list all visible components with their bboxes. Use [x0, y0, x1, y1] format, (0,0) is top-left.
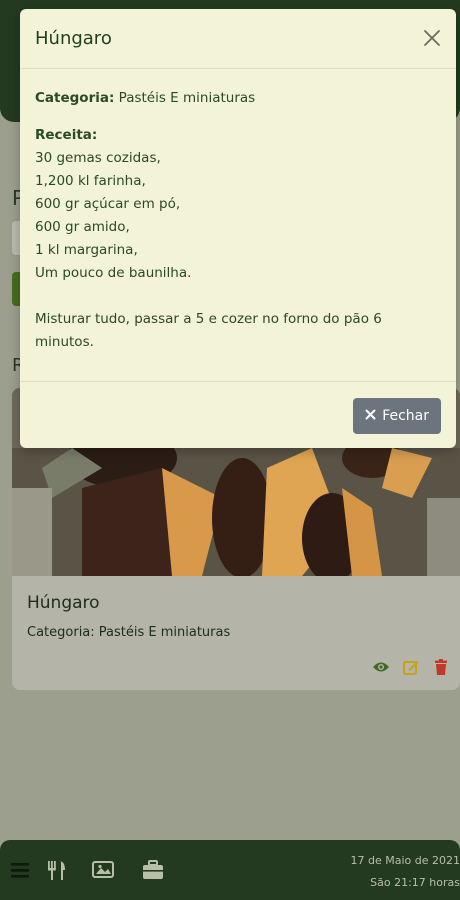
ingredient-line: Um pouco de baunilha.: [35, 265, 192, 281]
category-label: Categoria:: [35, 90, 115, 106]
hamburger-icon[interactable]: [10, 859, 32, 881]
date-text: 17 de Maio de 2021: [350, 854, 460, 867]
date-time: 17 de Maio de 2021 São 21:17 horas: [351, 850, 460, 894]
category-value: Pastéis E miniaturas: [118, 90, 256, 106]
ingredient-line: 30 gemas cozidas,: [35, 150, 161, 166]
card-title: Húngaro: [27, 593, 100, 613]
images-icon[interactable]: [92, 859, 114, 881]
ingredient-line: 600 gr amido,: [35, 219, 130, 235]
recipe-label: Receita:: [35, 127, 98, 143]
instructions-line: minutos.: [35, 334, 94, 350]
modal-header: Húngaro: [20, 9, 456, 69]
close-button[interactable]: Fechar: [353, 398, 441, 434]
close-icon[interactable]: [422, 28, 442, 48]
utensils-icon[interactable]: [46, 859, 68, 881]
eye-icon[interactable]: [372, 658, 390, 676]
ingredient-line: 1 kl margarina,: [35, 242, 138, 258]
modal-body: Categoria: Pastéis E miniaturas Receita:…: [35, 87, 441, 354]
ingredient-line: 600 gr açúcar em pó,: [35, 196, 181, 212]
recipe-modal: Húngaro Categoria: Pastéis E miniaturas …: [20, 9, 456, 448]
card-category: Categoria: Pastéis E miniaturas: [27, 625, 231, 640]
card-actions: [372, 658, 450, 676]
modal-title: Húngaro: [35, 28, 112, 49]
ingredient-line: 1,200 kl farinha,: [35, 173, 146, 189]
modal-footer: Fechar: [20, 381, 456, 448]
category-line: Categoria: Pastéis E miniaturas: [35, 87, 441, 110]
briefcase-icon[interactable]: [142, 859, 164, 881]
close-button-label: Fechar: [382, 408, 429, 424]
bottom-nav: 17 de Maio de 2021 São 21:17 horas: [0, 840, 460, 900]
trash-icon[interactable]: [432, 658, 450, 676]
x-icon: [365, 408, 376, 424]
edit-icon[interactable]: [402, 658, 420, 676]
instructions-line: Misturar tudo, passar a 5 e cozer no for…: [35, 311, 382, 327]
time-text: São 21:17 horas: [370, 876, 460, 889]
